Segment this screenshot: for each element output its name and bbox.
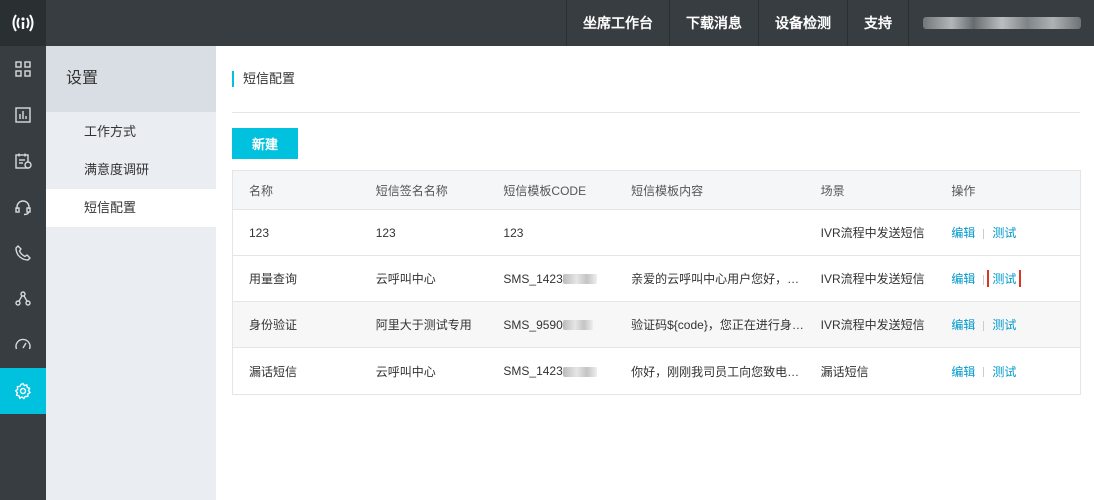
page-title: 短信配置 bbox=[232, 71, 295, 87]
code-text: SMS_1423 bbox=[503, 364, 563, 378]
table-row: 身份验证 阿里大于测试专用 SMS_9590 验证码${code}，您正在进行身… bbox=[233, 302, 1080, 348]
action-separator bbox=[983, 367, 985, 378]
nav-flow[interactable] bbox=[0, 276, 46, 322]
bar-chart-icon bbox=[15, 107, 31, 123]
edit-link[interactable]: 编辑 bbox=[951, 226, 975, 240]
edit-link[interactable]: 编辑 bbox=[951, 365, 975, 379]
table-row: 漏话短信 云呼叫中心 SMS_1423 你好，刚刚我司员工向您致电，... 漏话… bbox=[233, 348, 1080, 394]
cell-actions: 编辑 测试 bbox=[935, 270, 1080, 287]
cell-scene: IVR流程中发送短信 bbox=[820, 272, 925, 286]
cell-sign: 阿里大于测试专用 bbox=[375, 318, 472, 332]
top-bar: 坐席工作台 下载消息 设备检测 支持 bbox=[0, 0, 1094, 46]
settings-icon bbox=[14, 382, 31, 400]
test-link[interactable]: 测试 bbox=[992, 365, 1016, 379]
edit-link[interactable]: 编辑 bbox=[951, 318, 975, 332]
cell-scene: IVR流程中发送短信 bbox=[820, 318, 925, 332]
cell-code: SMS_1423 bbox=[487, 364, 615, 378]
cell-code: SMS_9590 bbox=[487, 318, 615, 332]
table-row: 用量查询 云呼叫中心 SMS_1423 亲爱的云呼叫中心用户您好，您... IV… bbox=[233, 256, 1080, 302]
test-link[interactable]: 测试 bbox=[992, 318, 1016, 332]
blurred-code-suffix bbox=[562, 274, 597, 285]
cell-scene: 漏话短信 bbox=[820, 364, 869, 379]
cell-content: 验证码${code}，您正在进行身份... bbox=[631, 318, 809, 332]
user-account-menu[interactable] bbox=[908, 0, 1094, 46]
phone-icon bbox=[15, 245, 31, 261]
cell-name: 漏话短信 bbox=[249, 364, 298, 379]
nav-schedule[interactable] bbox=[0, 138, 46, 184]
cell-actions: 编辑 测试 bbox=[935, 363, 1080, 380]
blurred-code-suffix bbox=[562, 320, 593, 331]
subnav-title: 设置 bbox=[46, 46, 216, 112]
top-nav-agent-workbench[interactable]: 坐席工作台 bbox=[566, 0, 669, 46]
action-separator bbox=[983, 320, 985, 331]
test-link[interactable]: 测试 bbox=[992, 226, 1016, 240]
headset-icon bbox=[15, 200, 31, 216]
action-separator bbox=[983, 274, 985, 285]
divider bbox=[232, 112, 1080, 113]
sms-template-table: 名称 短信签名名称 短信模板CODE 短信模板内容 场景 操作 123 123 … bbox=[232, 170, 1081, 395]
top-nav-download-messages[interactable]: 下载消息 bbox=[669, 0, 758, 46]
left-icon-nav bbox=[0, 46, 46, 500]
header-sign: 短信签名名称 bbox=[375, 183, 448, 198]
cell-content: 亲爱的云呼叫中心用户您好，您... bbox=[631, 272, 809, 286]
main-content: 短信配置 新建 名称 短信签名名称 短信模板CODE 短信模板内容 场景 操作 … bbox=[216, 46, 1094, 500]
nav-monitor[interactable] bbox=[0, 322, 46, 368]
calendar-list-icon bbox=[15, 153, 32, 169]
header-code: 短信模板CODE bbox=[503, 183, 587, 198]
subnav-item-work-mode[interactable]: 工作方式 bbox=[46, 113, 216, 151]
top-nav: 坐席工作台 下载消息 设备检测 支持 bbox=[566, 0, 1094, 46]
test-link-highlighted[interactable]: 测试 bbox=[987, 270, 1022, 287]
table-row: 123 123 123 IVR流程中发送短信 编辑 测试 bbox=[233, 210, 1080, 256]
grid-icon bbox=[15, 61, 31, 77]
header-name: 名称 bbox=[249, 183, 274, 198]
cell-actions: 编辑 测试 bbox=[935, 224, 1080, 241]
table-header: 名称 短信签名名称 短信模板CODE 短信模板内容 场景 操作 bbox=[233, 171, 1080, 210]
header-content: 短信模板内容 bbox=[631, 183, 704, 198]
cell-content: 你好，刚刚我司员工向您致电，... bbox=[631, 364, 809, 379]
nav-settings[interactable] bbox=[0, 368, 46, 414]
header-scene: 场景 bbox=[820, 183, 845, 198]
top-nav-support[interactable]: 支持 bbox=[847, 0, 908, 46]
nav-agent[interactable] bbox=[0, 184, 46, 230]
cell-sign: 云呼叫中心 bbox=[375, 364, 436, 379]
speedometer-icon bbox=[15, 338, 31, 350]
header-actions: 操作 bbox=[951, 183, 976, 198]
new-button[interactable]: 新建 bbox=[232, 128, 298, 159]
action-separator bbox=[983, 228, 985, 239]
nav-phone[interactable] bbox=[0, 230, 46, 276]
cell-code: SMS_1423 bbox=[487, 272, 615, 286]
cell-sign: 123 bbox=[375, 225, 396, 240]
nav-grid[interactable] bbox=[0, 46, 46, 92]
top-nav-device-check[interactable]: 设备检测 bbox=[758, 0, 847, 46]
code-text: SMS_1423 bbox=[503, 271, 563, 286]
cell-name: 123 bbox=[249, 225, 270, 240]
logo[interactable] bbox=[0, 0, 46, 46]
subnav-item-sms-config[interactable]: 短信配置 bbox=[46, 189, 216, 227]
cell-actions: 编辑 测试 bbox=[935, 316, 1080, 333]
cell-name: 用量查询 bbox=[249, 272, 298, 286]
cell-name: 身份验证 bbox=[249, 318, 298, 332]
cell-code: 123 bbox=[503, 225, 524, 240]
blurred-code-suffix bbox=[562, 366, 597, 377]
cell-sign: 云呼叫中心 bbox=[375, 272, 436, 286]
share-nodes-icon bbox=[15, 291, 31, 306]
subnav-item-satisfaction-survey[interactable]: 满意度调研 bbox=[46, 151, 216, 189]
edit-link[interactable]: 编辑 bbox=[951, 272, 975, 286]
code-text: SMS_9590 bbox=[503, 317, 563, 332]
cell-scene: IVR流程中发送短信 bbox=[820, 226, 925, 240]
nav-reports[interactable] bbox=[0, 92, 46, 138]
settings-subnav: 设置 工作方式 满意度调研 短信配置 bbox=[46, 46, 216, 500]
broadcast-logo-icon bbox=[12, 14, 34, 32]
blurred-username bbox=[923, 17, 1081, 29]
